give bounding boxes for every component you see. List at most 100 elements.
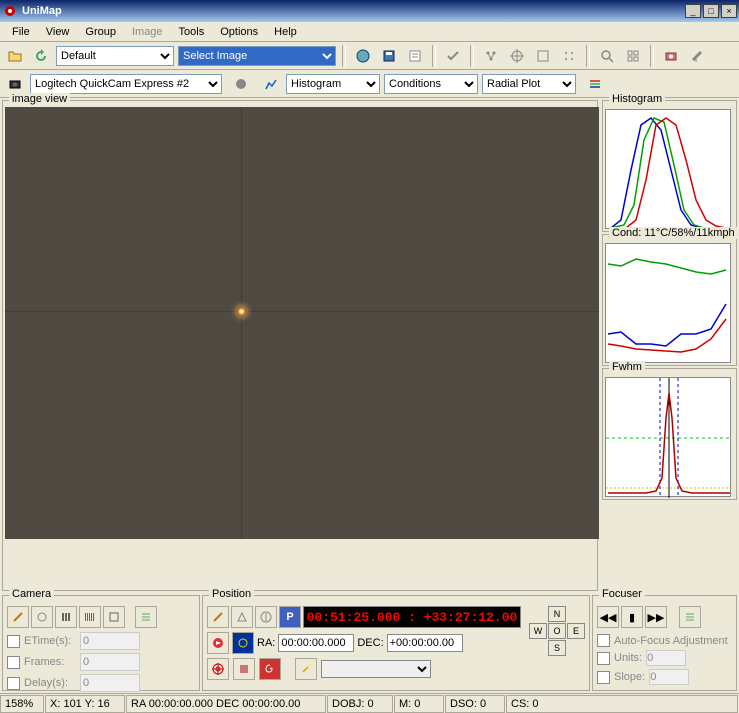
object-select[interactable]	[321, 660, 431, 678]
slope-input[interactable]	[649, 669, 689, 685]
minimize-button[interactable]: _	[685, 4, 701, 18]
camera-settings-button[interactable]	[135, 606, 157, 628]
position-panel-label: Position	[209, 588, 254, 600]
menubar: File View Group Image Tools Options Help	[0, 22, 739, 42]
camera-panel: Camera ETime(s): Frames: Delay(s):	[2, 595, 200, 691]
delay-input[interactable]	[80, 674, 140, 692]
target-icon[interactable]	[207, 658, 229, 680]
save-icon[interactable]	[378, 45, 400, 67]
menu-help[interactable]: Help	[266, 24, 305, 40]
focus-out-button[interactable]: ▶▶	[645, 606, 667, 628]
fwhm-panel: Fwhm	[602, 368, 737, 500]
camera-device-icon[interactable]	[4, 73, 26, 95]
units-label: Units:	[614, 652, 642, 664]
check-icon[interactable]	[442, 45, 464, 67]
etime-label: ETime(s):	[24, 635, 76, 647]
autofocus-checkbox[interactable]	[597, 634, 610, 647]
dec-input[interactable]	[387, 634, 463, 652]
slope-label: Slope:	[614, 671, 645, 683]
plot2-select[interactable]: Conditions	[384, 74, 478, 94]
focus-in-button[interactable]: ◀◀	[597, 606, 619, 628]
north-button[interactable]: N	[548, 606, 566, 622]
pos-mount-icon[interactable]	[231, 606, 253, 628]
frames-input[interactable]	[80, 653, 140, 671]
status-dso: DSO: 0	[445, 695, 505, 713]
fwhm-plot[interactable]	[605, 377, 731, 497]
close-button[interactable]: ×	[721, 4, 737, 18]
plot-type-icon[interactable]	[260, 73, 282, 95]
ra-input[interactable]	[278, 634, 354, 652]
pos-park-icon[interactable]: P	[279, 606, 301, 628]
grid-dots-icon[interactable]	[558, 45, 580, 67]
focuser-panel: Focuser ◀◀ ▮ ▶▶ Auto-Focus Adjustment Un…	[592, 595, 737, 691]
catalog-lookup-icon[interactable]	[232, 632, 254, 654]
star-marker	[237, 307, 246, 316]
conditions-label: Cond: 11°C/58%/11kmph	[609, 227, 738, 239]
focus-stop-button[interactable]: ▮	[621, 606, 643, 628]
camera-tool-icon[interactable]	[660, 45, 682, 67]
camera-btn-4[interactable]	[79, 606, 101, 628]
track-icon[interactable]	[233, 658, 255, 680]
conditions-plot[interactable]	[605, 243, 731, 363]
units-input[interactable]	[646, 650, 686, 666]
refresh-icon[interactable]	[30, 45, 52, 67]
menu-view[interactable]: View	[38, 24, 78, 40]
camera-btn-2[interactable]	[31, 606, 53, 628]
profile-select[interactable]: Default	[56, 46, 174, 66]
menu-group[interactable]: Group	[77, 24, 124, 40]
statusbar: 158% X: 101 Y: 16 RA 00:00:00.000 DEC 00…	[0, 693, 739, 713]
plot1-select[interactable]: Histogram	[286, 74, 380, 94]
spiral-icon[interactable]	[259, 658, 281, 680]
camera-btn-3[interactable]	[55, 606, 77, 628]
app-icon	[2, 3, 18, 19]
pos-compass-icon[interactable]	[255, 606, 277, 628]
stop-button[interactable]: O	[548, 623, 566, 639]
delay-checkbox[interactable]	[7, 677, 20, 690]
histogram-plot[interactable]	[605, 109, 731, 229]
camera-btn-5[interactable]	[103, 606, 125, 628]
capture-icon[interactable]	[230, 73, 252, 95]
east-button[interactable]: E	[567, 623, 585, 639]
autofocus-label: Auto-Focus Adjustment	[614, 635, 728, 647]
camera-btn-1[interactable]	[7, 606, 29, 628]
telescope-icon[interactable]	[686, 45, 708, 67]
zoom-grid-icon[interactable]	[622, 45, 644, 67]
menu-image[interactable]: Image	[124, 24, 171, 40]
etime-checkbox[interactable]	[7, 635, 20, 648]
toolbar-main: Default Select Image	[0, 42, 739, 70]
south-button[interactable]: S	[548, 640, 566, 656]
focuser-panel-label: Focuser	[599, 588, 645, 600]
focuser-settings-button[interactable]	[679, 606, 701, 628]
crosshair-horizontal	[5, 311, 599, 312]
pos-pencil-icon[interactable]	[207, 606, 229, 628]
target-grid-icon[interactable]	[506, 45, 528, 67]
delay-label: Delay(s):	[24, 677, 76, 689]
goto-icon[interactable]	[207, 632, 229, 654]
globe-icon[interactable]	[352, 45, 374, 67]
settings-icon[interactable]	[584, 73, 606, 95]
search-icon[interactable]	[596, 45, 618, 67]
menu-file[interactable]: File	[4, 24, 38, 40]
units-checkbox[interactable]	[597, 652, 610, 665]
menu-tools[interactable]: Tools	[171, 24, 213, 40]
frames-checkbox[interactable]	[7, 656, 20, 669]
slope-checkbox[interactable]	[597, 671, 610, 684]
image-view-panel: image view	[2, 100, 598, 591]
menu-options[interactable]: Options	[212, 24, 266, 40]
image-canvas[interactable]	[5, 107, 599, 539]
folder-open-icon[interactable]	[4, 45, 26, 67]
west-button[interactable]: W	[529, 623, 547, 639]
titlebar: UniMap _ □ ×	[0, 0, 739, 22]
fwhm-label: Fwhm	[609, 361, 645, 373]
tree-icon[interactable]	[480, 45, 502, 67]
maximize-button[interactable]: □	[703, 4, 719, 18]
etime-input[interactable]	[80, 632, 140, 650]
notes-icon[interactable]	[404, 45, 426, 67]
plot3-select[interactable]: Radial Plot	[482, 74, 576, 94]
histogram-label: Histogram	[609, 93, 665, 105]
catalog-icon[interactable]	[532, 45, 554, 67]
image-select[interactable]: Select Image	[178, 46, 336, 66]
image-view-label: image view	[9, 93, 70, 105]
camera-select[interactable]: Logitech QuickCam Express #2	[30, 74, 222, 94]
wand-icon[interactable]	[295, 658, 317, 680]
